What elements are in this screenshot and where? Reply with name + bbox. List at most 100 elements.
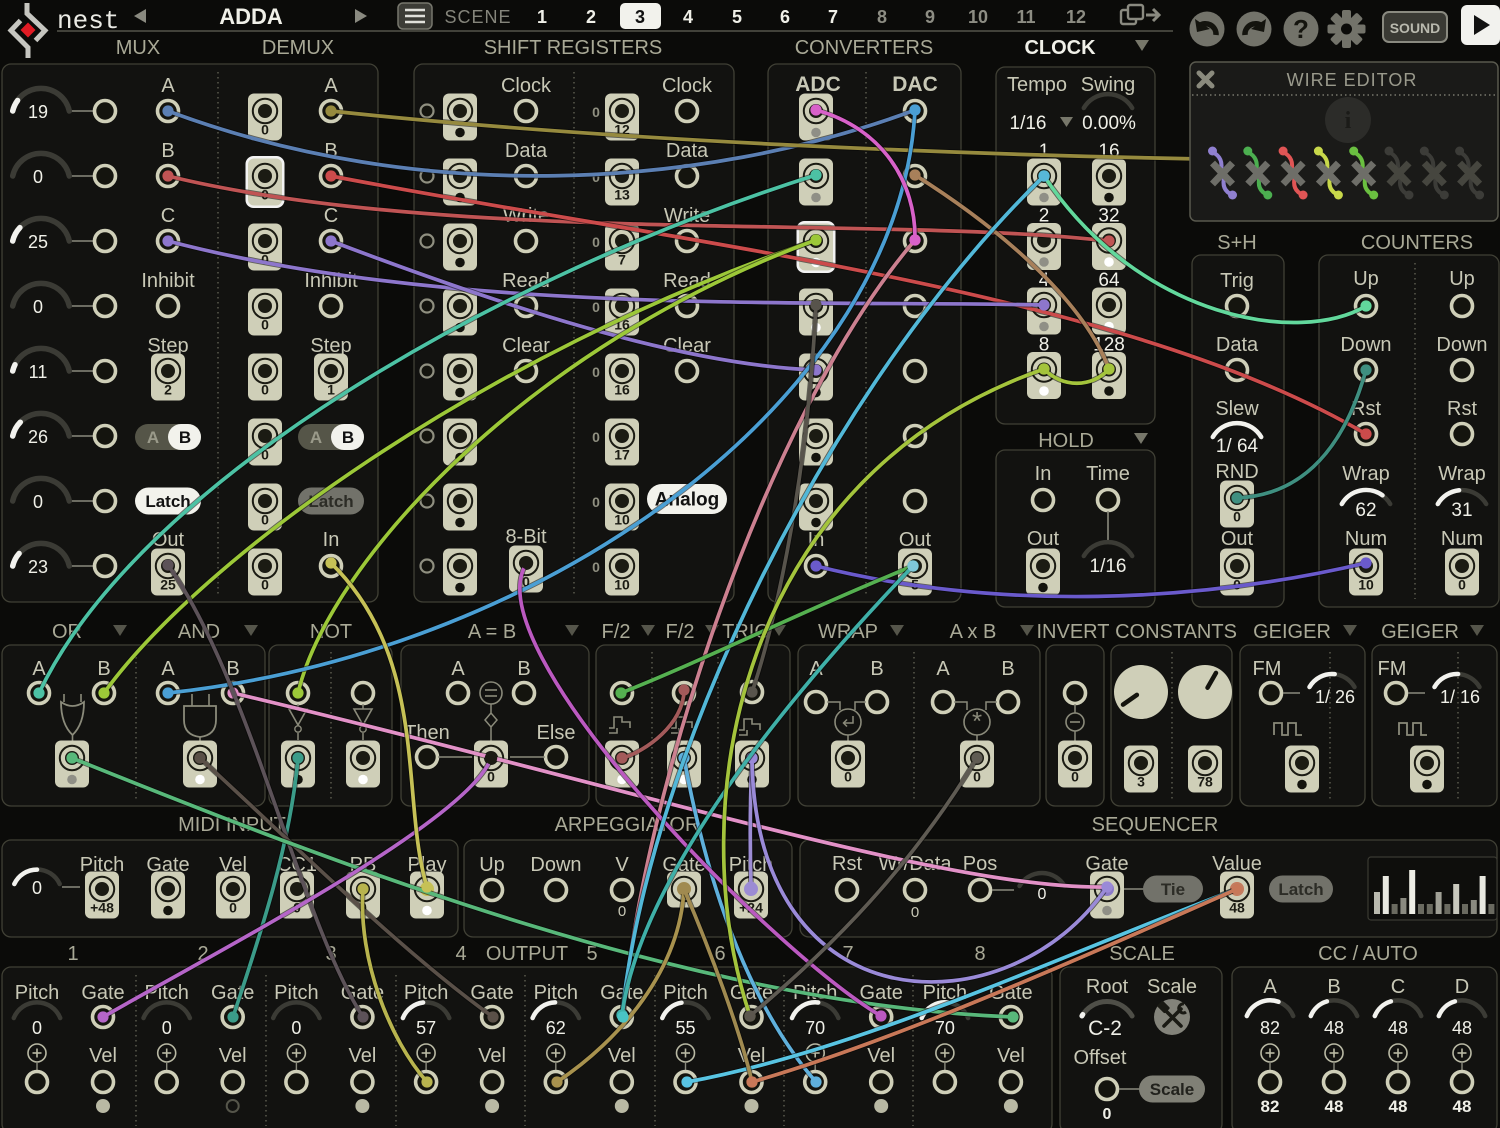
- svg-text:Vel: Vel: [219, 1045, 247, 1067]
- svg-text:A: A: [324, 75, 338, 97]
- svg-text:In: In: [1035, 463, 1052, 485]
- svg-text:10: 10: [968, 7, 988, 27]
- svg-text:Vel: Vel: [348, 1045, 376, 1067]
- svg-text:Gate: Gate: [211, 982, 254, 1004]
- svg-text:82: 82: [1261, 1097, 1280, 1116]
- svg-text:In: In: [323, 529, 340, 551]
- svg-text:0: 0: [1071, 769, 1079, 785]
- svg-text:Gate: Gate: [81, 982, 124, 1004]
- svg-text:4: 4: [683, 7, 693, 27]
- svg-text:62: 62: [546, 1018, 566, 1038]
- svg-text:F/2: F/2: [602, 621, 631, 643]
- svg-text:0: 0: [32, 1018, 42, 1038]
- svg-text:CONSTANTS: CONSTANTS: [1115, 621, 1237, 643]
- svg-text:0: 0: [261, 512, 269, 528]
- svg-text:0: 0: [1103, 1106, 1112, 1123]
- svg-text:GEIGER: GEIGER: [1253, 621, 1331, 643]
- svg-text:62: 62: [1355, 500, 1376, 521]
- svg-text:Down: Down: [1436, 334, 1487, 356]
- svg-text:SCENE: SCENE: [444, 7, 511, 27]
- svg-text:0: 0: [33, 492, 43, 512]
- svg-text:A: A: [936, 658, 950, 680]
- svg-text:0: 0: [261, 382, 269, 398]
- svg-text:1: 1: [327, 382, 335, 398]
- svg-text:SHIFT REGISTERS: SHIFT REGISTERS: [484, 37, 663, 59]
- svg-text:B: B: [1001, 658, 1014, 680]
- svg-text:16: 16: [614, 382, 630, 398]
- svg-text:0: 0: [261, 317, 269, 333]
- svg-text:0: 0: [261, 577, 269, 593]
- svg-text:8: 8: [974, 943, 985, 965]
- svg-text:7: 7: [828, 7, 838, 27]
- svg-text:Rst: Rst: [832, 853, 862, 875]
- svg-text:23: 23: [28, 557, 48, 577]
- svg-text:0: 0: [911, 904, 919, 921]
- svg-text:48: 48: [1453, 1097, 1472, 1116]
- svg-text:Rst: Rst: [1447, 398, 1477, 420]
- svg-text:0: 0: [592, 299, 600, 315]
- svg-text:C-2: C-2: [1088, 1017, 1122, 1040]
- svg-text:55: 55: [675, 1018, 695, 1038]
- svg-text:WIRE EDITOR: WIRE EDITOR: [1287, 70, 1418, 90]
- svg-text:10: 10: [614, 577, 630, 593]
- svg-text:V: V: [615, 854, 629, 876]
- svg-text:48: 48: [1389, 1097, 1408, 1116]
- svg-text:Scale: Scale: [1150, 1080, 1194, 1099]
- svg-text:0: 0: [1458, 577, 1466, 593]
- svg-text:25: 25: [160, 577, 176, 593]
- svg-text:9: 9: [925, 7, 935, 27]
- svg-text:*: *: [972, 706, 982, 736]
- svg-text:Inhibit: Inhibit: [141, 270, 195, 292]
- svg-text:AND: AND: [178, 621, 220, 643]
- svg-text:DEMUX: DEMUX: [262, 37, 334, 59]
- svg-text:0.00%: 0.00%: [1082, 113, 1136, 134]
- svg-text:A: A: [310, 428, 322, 447]
- svg-text:Clock: Clock: [501, 75, 552, 97]
- svg-text:Clock: Clock: [662, 75, 713, 97]
- svg-text:Num: Num: [1441, 528, 1483, 550]
- svg-text:0: 0: [592, 364, 600, 380]
- svg-text:ADDA: ADDA: [219, 4, 283, 29]
- svg-text:Out: Out: [899, 529, 932, 551]
- svg-text:0: 0: [1038, 886, 1047, 903]
- svg-text:1/ 16: 1/ 16: [1440, 687, 1480, 707]
- svg-text:FM: FM: [1378, 658, 1407, 680]
- svg-text:D: D: [1455, 976, 1469, 998]
- svg-text:1/ 26: 1/ 26: [1315, 687, 1355, 707]
- svg-text:Vel: Vel: [867, 1045, 895, 1067]
- svg-text:7: 7: [618, 252, 626, 268]
- svg-text:A = B: A = B: [468, 621, 516, 643]
- svg-text:Up: Up: [479, 854, 505, 876]
- svg-text:B: B: [517, 658, 530, 680]
- svg-text:0: 0: [1233, 509, 1241, 525]
- svg-text:A: A: [1263, 976, 1277, 998]
- svg-text:Vel: Vel: [608, 1045, 636, 1067]
- svg-text:Slew: Slew: [1215, 398, 1259, 420]
- svg-text:Out: Out: [1027, 528, 1060, 550]
- svg-text:CONVERTERS: CONVERTERS: [795, 37, 934, 59]
- svg-text:Data: Data: [505, 140, 548, 162]
- svg-text:48: 48: [1324, 1018, 1344, 1038]
- svg-text:70: 70: [805, 1018, 825, 1038]
- svg-text:11: 11: [29, 362, 48, 382]
- svg-text:0: 0: [291, 1018, 301, 1038]
- svg-text:FM: FM: [1253, 658, 1282, 680]
- svg-text:31: 31: [1451, 500, 1472, 521]
- svg-text:2: 2: [164, 382, 172, 398]
- svg-text:Vel: Vel: [89, 1045, 117, 1067]
- svg-text:5: 5: [732, 7, 742, 27]
- svg-text:?: ?: [1293, 14, 1309, 44]
- svg-text:Scale: Scale: [1147, 976, 1197, 998]
- svg-text:Data: Data: [1216, 334, 1259, 356]
- svg-text:57: 57: [416, 1018, 436, 1038]
- svg-text:B: B: [342, 428, 354, 447]
- svg-text:11: 11: [1016, 7, 1035, 27]
- svg-text:70: 70: [935, 1018, 955, 1038]
- svg-text:nest: nest: [57, 6, 119, 36]
- svg-text:ADC: ADC: [795, 73, 841, 96]
- svg-text:Offset: Offset: [1074, 1047, 1127, 1069]
- svg-text:C: C: [324, 205, 338, 227]
- svg-text:RND: RND: [1215, 461, 1258, 483]
- svg-text:Down: Down: [530, 854, 581, 876]
- svg-text:82: 82: [1260, 1018, 1280, 1038]
